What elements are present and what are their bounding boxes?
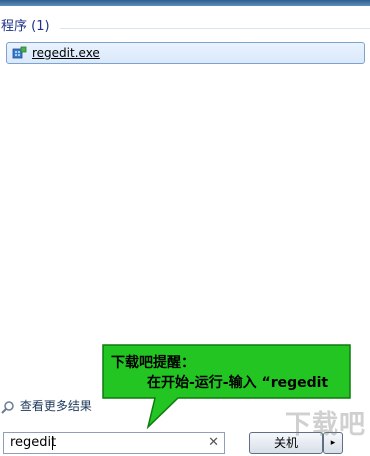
watermark-logo: 下载吧: [285, 410, 367, 440]
callout-title: 下载吧提醒：: [111, 355, 195, 371]
callout-body: 在开始-运行-输入 “regedit: [147, 375, 329, 391]
